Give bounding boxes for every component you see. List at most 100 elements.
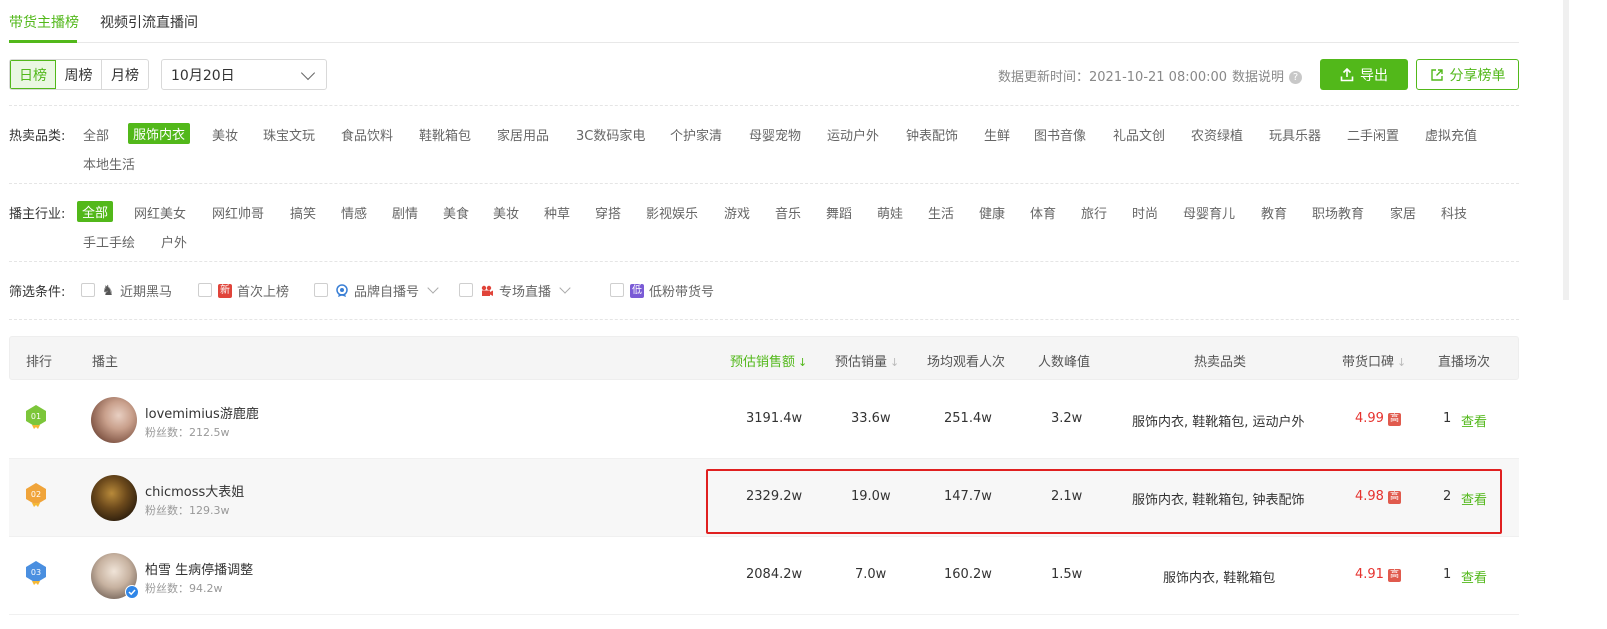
- header-rank: 排行: [26, 355, 53, 370]
- period-day-button[interactable]: 日榜: [10, 60, 56, 89]
- rank-badge-icon: 01: [26, 405, 46, 429]
- category-item[interactable]: 生鲜: [984, 125, 1010, 144]
- condition-checkbox[interactable]: [81, 283, 95, 297]
- industry-item-selected[interactable]: 全部: [77, 201, 114, 222]
- industry-item[interactable]: 游戏: [724, 203, 750, 222]
- category-item[interactable]: 鞋靴箱包: [419, 125, 471, 144]
- header-reputation-label: 带货口碑: [1342, 355, 1395, 370]
- rank-badge-icon: 03: [26, 561, 46, 585]
- industry-item[interactable]: 搞笑: [290, 203, 316, 222]
- industry-item[interactable]: 体育: [1030, 203, 1056, 222]
- industry-item[interactable]: 美食: [443, 203, 469, 222]
- industry-item[interactable]: 健康: [979, 203, 1005, 222]
- category-item[interactable]: 全部: [83, 125, 109, 144]
- scrollbar[interactable]: [1563, 0, 1569, 300]
- header-volume-label: 预估销量: [835, 355, 888, 370]
- rank-badge-icon: 02: [26, 483, 46, 507]
- category-item[interactable]: 3C数码家电: [576, 125, 645, 144]
- industry-item[interactable]: 户外: [161, 232, 187, 251]
- chevron-down-icon[interactable]: [427, 282, 439, 294]
- industry-item[interactable]: 音乐: [775, 203, 801, 222]
- category-item[interactable]: 二手闲置: [1347, 125, 1399, 144]
- peak-value: 1.5w: [1051, 567, 1083, 582]
- industry-item[interactable]: 母婴育儿: [1183, 203, 1235, 222]
- industry-item[interactable]: 家居: [1390, 203, 1416, 222]
- industry-item[interactable]: 职场教育: [1312, 203, 1364, 222]
- divider: [9, 183, 1519, 184]
- chevron-down-icon[interactable]: [559, 282, 571, 294]
- active-tab-underline: [9, 40, 77, 43]
- industry-item[interactable]: 科技: [1441, 203, 1467, 222]
- streamer-name[interactable]: 柏雪 生病停播调整: [145, 559, 253, 578]
- condition-label: 近期黑马: [120, 285, 173, 300]
- category-item[interactable]: 珠宝文玩: [263, 125, 315, 144]
- condition-low-fans[interactable]: 低 低粉带货号: [630, 281, 714, 300]
- condition-brand-self[interactable]: 品牌自播号: [335, 281, 439, 300]
- volume-value: 7.0w: [855, 567, 887, 582]
- category-item[interactable]: 钟表配饰: [906, 125, 958, 144]
- condition-label: 品牌自播号: [354, 285, 420, 300]
- condition-checkbox[interactable]: [459, 283, 473, 297]
- industry-item[interactable]: 时尚: [1132, 203, 1158, 222]
- period-week-button[interactable]: 周榜: [56, 60, 102, 89]
- category-item[interactable]: 礼品文创: [1113, 125, 1165, 144]
- fans-count: 粉丝数：129.3w: [145, 504, 230, 517]
- industry-item[interactable]: 旅行: [1081, 203, 1107, 222]
- condition-dark-horse[interactable]: ♞ 近期黑马: [101, 281, 173, 301]
- condition-first-listed[interactable]: 新 首次上榜: [218, 281, 289, 300]
- category-item[interactable]: 农资绿植: [1191, 125, 1243, 144]
- view-link[interactable]: 查看: [1461, 411, 1487, 430]
- industry-item[interactable]: 生活: [928, 203, 954, 222]
- fans-count: 粉丝数：94.2w: [145, 582, 223, 595]
- industry-item[interactable]: 网红帅哥: [212, 203, 264, 222]
- reputation-score: 4.99 高: [1355, 411, 1401, 426]
- category-item[interactable]: 家居用品: [497, 125, 549, 144]
- category-item[interactable]: 运动户外: [827, 125, 879, 144]
- data-explain-link[interactable]: 数据说明?: [1232, 66, 1303, 85]
- category-item[interactable]: 美妆: [212, 125, 238, 144]
- industry-item[interactable]: 萌娃: [877, 203, 903, 222]
- industry-item[interactable]: 美妆: [493, 203, 519, 222]
- header-avg-views[interactable]: 场均观看人次: [927, 351, 1005, 370]
- category-item[interactable]: 本地生活: [83, 154, 135, 173]
- industry-item[interactable]: 教育: [1261, 203, 1287, 222]
- header-sales[interactable]: 预估销售额 ↓: [730, 351, 807, 370]
- category-item[interactable]: 虚拟充值: [1425, 125, 1477, 144]
- streamer-name[interactable]: chicmoss大表姐: [145, 481, 244, 500]
- streamer-name[interactable]: lovemimius游鹿鹿: [145, 403, 259, 422]
- industry-item[interactable]: 穿搭: [595, 203, 621, 222]
- industry-item[interactable]: 舞蹈: [826, 203, 852, 222]
- category-item-selected[interactable]: 服饰内衣: [128, 123, 191, 144]
- export-button[interactable]: 导出: [1320, 59, 1408, 90]
- share-button[interactable]: 分享榜单: [1416, 59, 1519, 90]
- category-item[interactable]: 个护家清: [670, 125, 722, 144]
- industry-item[interactable]: 影视娱乐: [646, 203, 698, 222]
- category-item[interactable]: 图书音像: [1034, 125, 1086, 144]
- view-link[interactable]: 查看: [1461, 567, 1487, 586]
- upload-icon: [1340, 67, 1354, 81]
- export-label: 导出: [1360, 67, 1388, 84]
- condition-checkbox[interactable]: [198, 283, 212, 297]
- condition-checkbox[interactable]: [610, 283, 624, 297]
- industry-item[interactable]: 种草: [544, 203, 570, 222]
- date-select[interactable]: 10月20日: [161, 59, 327, 90]
- header-reputation[interactable]: 带货口碑 ↓: [1342, 351, 1406, 370]
- avatar[interactable]: [91, 475, 137, 521]
- category-item[interactable]: 食品饮料: [341, 125, 393, 144]
- industry-item[interactable]: 情感: [341, 203, 367, 222]
- tab-streamer-rank[interactable]: 带货主播榜: [9, 12, 79, 32]
- condition-label: 首次上榜: [237, 285, 290, 300]
- header-lives[interactable]: 直播场次: [1438, 351, 1490, 370]
- tab-video-live[interactable]: 视频引流直播间: [100, 12, 198, 32]
- industry-item[interactable]: 手工手绘: [83, 232, 135, 251]
- condition-special-live[interactable]: 专场直播: [480, 281, 571, 300]
- category-item[interactable]: 母婴宠物: [749, 125, 801, 144]
- avatar[interactable]: [91, 397, 137, 443]
- category-item[interactable]: 玩具乐器: [1269, 125, 1321, 144]
- header-volume[interactable]: 预估销量 ↓: [835, 351, 899, 370]
- industry-item[interactable]: 网红美女: [134, 203, 186, 222]
- period-month-button[interactable]: 月榜: [102, 60, 148, 89]
- header-peak[interactable]: 人数峰值: [1038, 351, 1090, 370]
- condition-checkbox[interactable]: [314, 283, 328, 297]
- industry-item[interactable]: 剧情: [392, 203, 418, 222]
